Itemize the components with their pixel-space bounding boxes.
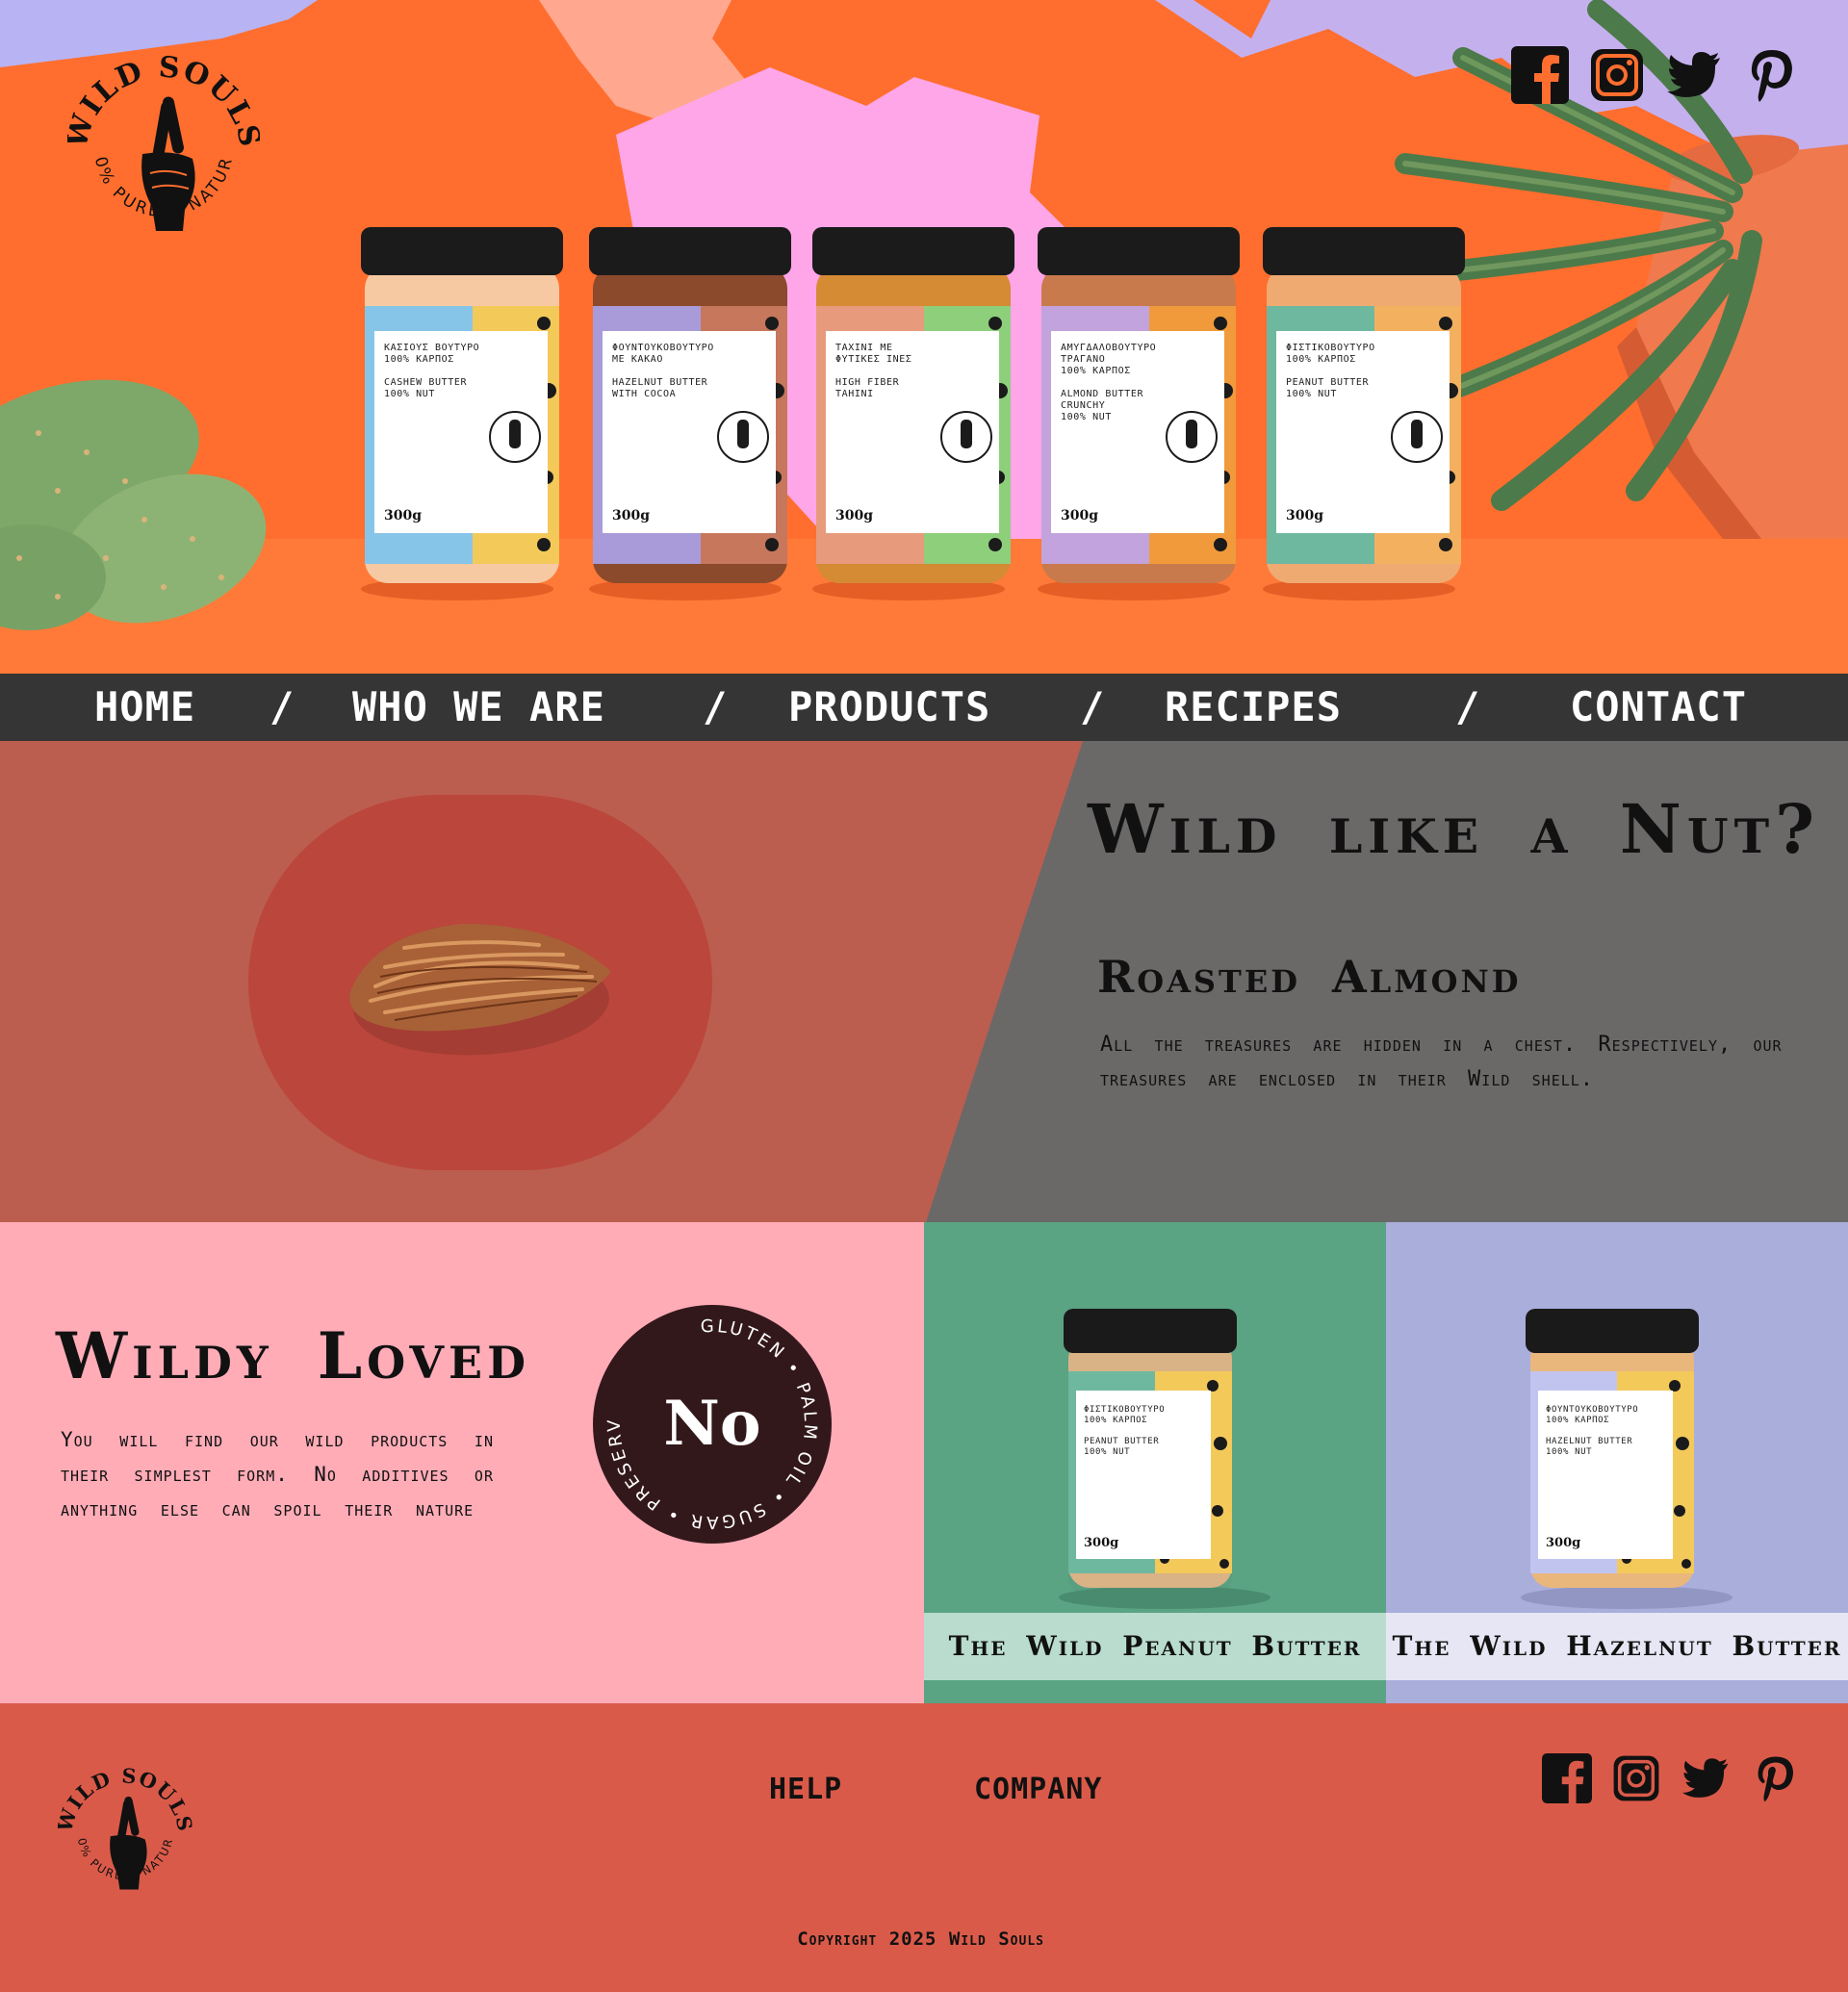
- main-navigation: HOME / WHO WE ARE / PRODUCTS / RECIPES /…: [0, 674, 1848, 741]
- hero-jar: ΤΑΧΙΝΙ ΜΕ ΦΥΤΙΚΕΣ ΙΝΕΣ HIGH FIBER TAHINI…: [812, 227, 1014, 593]
- hero-jar-label: ΦΙΣΤΙΚΟΒΟΥΤΥΡΟ 100% ΚΑΡΠΟΣ PEANUT BUTTER…: [1286, 343, 1375, 399]
- feature-title: Wild like a Nut?: [1088, 789, 1821, 869]
- nav-who-we-are[interactable]: WHO WE ARE: [352, 674, 605, 741]
- product-card[interactable]: ΦΟΥΝΤΟΥΚΟΒΟΥΤΥΡΟ 100% ΚΑΡΠΟΣ HAZELNUT BU…: [1386, 1222, 1848, 1703]
- hero-jar: ΑΜΥΓΔΑΛΟΒΟΥΤΥΡΟ ΤΡΑΓΑΝΟ 100% ΚΑΡΠΟΣ ALMO…: [1038, 227, 1240, 593]
- hero-jar-label: ΦΟΥΝΤΟΥΚΟΒΟΥΤΥΡΟ ΜΕ ΚΑΚΑΟ HAZELNUT BUTTE…: [612, 343, 714, 399]
- badge-center-text: No: [663, 1388, 760, 1460]
- facebook-icon[interactable]: [1511, 46, 1569, 104]
- hero-jar-weight: 300g: [1061, 508, 1099, 524]
- footer-link-help[interactable]: HELP: [769, 1773, 842, 1806]
- feature-subtitle: Roasted Almond: [1097, 951, 1522, 1003]
- product-card[interactable]: ΦΙΣΤΙΚΟΒΟΥΤΥΡΟ 100% ΚΑΡΠΟΣ PEANUT BUTTER…: [924, 1222, 1386, 1703]
- nav-separator: /: [1455, 683, 1480, 730]
- pinterest-icon[interactable]: [1750, 1753, 1800, 1803]
- hero-jar: ΦΟΥΝΤΟΥΚΟΒΟΥΤΥΡΟ ΜΕ ΚΑΚΑΟ HAZELNUT BUTTE…: [589, 227, 791, 593]
- nav-separator: /: [1080, 683, 1105, 730]
- hero-social-links: [1511, 46, 1800, 104]
- page: ΚΑΣΙΟΥΣ ΒΟΥΤΥΡΟ 100% ΚΑΡΠΟΣ CASHEW BUTTE…: [0, 0, 1848, 1992]
- copyright-text: Copyright 2025 Wild Souls: [797, 1928, 1044, 1950]
- footer-logo[interactable]: WILD SOULS 100% PURE & NATURAL: [58, 1756, 192, 1929]
- nav-contact[interactable]: CONTACT: [1570, 674, 1747, 741]
- product-name[interactable]: The Wild Hazelnut Butter: [1386, 1613, 1848, 1680]
- hazelnut-jar-label: ΦΟΥΝΤΟΥΚΟΒΟΥΤΥΡΟ 100% ΚΑΡΠΟΣ HAZELNUT BU…: [1546, 1405, 1639, 1457]
- peanut-jar-weight: 300g: [1084, 1536, 1119, 1550]
- peanut-jar-label: ΦΙΣΤΙΚΟΒΟΥΤΥΡΟ 100% ΚΑΡΠΟΣ PEANUT BUTTER…: [1084, 1405, 1166, 1457]
- hero-jar: ΚΑΣΙΟΥΣ ΒΟΥΤΥΡΟ 100% ΚΑΡΠΟΣ CASHEW BUTTE…: [361, 227, 563, 593]
- nav-separator: /: [703, 683, 728, 730]
- footer: WILD SOULS 100% PURE & NATURAL HELP COMP…: [0, 1703, 1848, 1992]
- product-name[interactable]: The Wild Peanut Butter: [924, 1613, 1386, 1680]
- hero-jar-weight: 300g: [1286, 508, 1324, 524]
- wildly-loved-section: Wildy Loved You will find our wild produ…: [0, 1222, 924, 1703]
- nav-home[interactable]: HOME: [94, 674, 195, 741]
- pinterest-icon[interactable]: [1742, 46, 1800, 104]
- hero-jar-weight: 300g: [835, 508, 874, 524]
- nav-recipes[interactable]: RECIPES: [1165, 674, 1342, 741]
- nav-separator: /: [270, 683, 295, 730]
- hero-jar-label: ΑΜΥΓΔΑΛΟΒΟΥΤΥΡΟ ΤΡΑΓΑΝΟ 100% ΚΑΡΠΟΣ ALMO…: [1061, 343, 1157, 422]
- facebook-icon[interactable]: [1542, 1753, 1592, 1803]
- instagram-icon[interactable]: [1611, 1753, 1661, 1803]
- feature-description: All the treasures are hidden in a chest.…: [1100, 1033, 1783, 1091]
- twitter-icon[interactable]: [1681, 1753, 1731, 1803]
- hero-jar-weight: 300g: [384, 508, 423, 524]
- loved-title: Wildy Loved: [56, 1318, 530, 1393]
- wild-souls-logo[interactable]: WILD SOULS 100% PURE & NATURAL: [67, 38, 260, 289]
- hero-jar-weight: 300g: [612, 508, 651, 524]
- hero-banner: ΚΑΣΙΟΥΣ ΒΟΥΤΥΡΟ 100% ΚΑΡΠΟΣ CASHEW BUTTE…: [0, 0, 1848, 674]
- no-additives-badge: GLUTEN • PALM OIL • SUGAR • PRESERVATIVE…: [592, 1304, 832, 1544]
- feature-section: Wild like a Nut? Roasted Almond All the …: [0, 741, 1848, 1222]
- nav-products[interactable]: PRODUCTS: [788, 674, 990, 741]
- hazelnut-jar-weight: 300g: [1546, 1536, 1581, 1550]
- hero-jar: ΦΙΣΤΙΚΟΒΟΥΤΥΡΟ 100% ΚΑΡΠΟΣ PEANUT BUTTER…: [1263, 227, 1465, 593]
- twitter-icon[interactable]: [1665, 46, 1723, 104]
- loved-description: You will find our wild products in their…: [61, 1428, 494, 1520]
- footer-link-company[interactable]: COMPANY: [974, 1773, 1102, 1806]
- instagram-icon[interactable]: [1588, 46, 1646, 104]
- hero-jar-label: ΚΑΣΙΟΥΣ ΒΟΥΤΥΡΟ 100% ΚΑΡΠΟΣ CASHEW BUTTE…: [384, 343, 480, 399]
- footer-social-links: [1542, 1753, 1800, 1803]
- hero-jar-label: ΤΑΧΙΝΙ ΜΕ ΦΥΤΙΚΕΣ ΙΝΕΣ HIGH FIBER TAHINI: [835, 343, 912, 399]
